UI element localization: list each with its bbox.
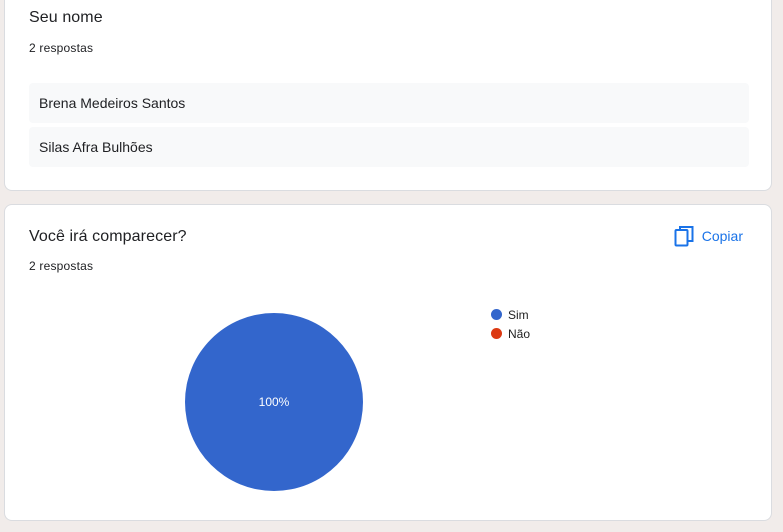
legend-label: Sim	[508, 307, 529, 322]
legend-item-não: Não	[491, 324, 530, 343]
copy-button-label: Copiar	[701, 228, 743, 244]
chart-legend: Sim Não	[491, 305, 530, 343]
question-card-attendance: Você irá comparecer? 2 respostas Copiar …	[4, 204, 772, 521]
pie-slice-label: 100%	[259, 395, 290, 409]
response-item: Brena Medeiros Santos	[29, 83, 749, 123]
legend-swatch	[491, 328, 502, 339]
response-count: 2 respostas	[29, 259, 94, 273]
response-count: 2 respostas	[29, 41, 94, 55]
legend-label: Não	[508, 326, 531, 341]
legend-swatch	[491, 309, 502, 320]
copy-icon	[674, 225, 694, 247]
copy-chart-button[interactable]: Copiar	[666, 221, 755, 251]
legend-item-sim: Sim	[491, 305, 530, 324]
response-item: Silas Afra Bulhões	[29, 127, 749, 167]
question-title: Seu nome	[29, 9, 103, 26]
question-title: Você irá comparecer?	[29, 228, 187, 245]
question-card-name: Seu nome 2 respostas Brena Medeiros Sant…	[4, 0, 772, 191]
pie-chart: 100%	[185, 313, 363, 491]
